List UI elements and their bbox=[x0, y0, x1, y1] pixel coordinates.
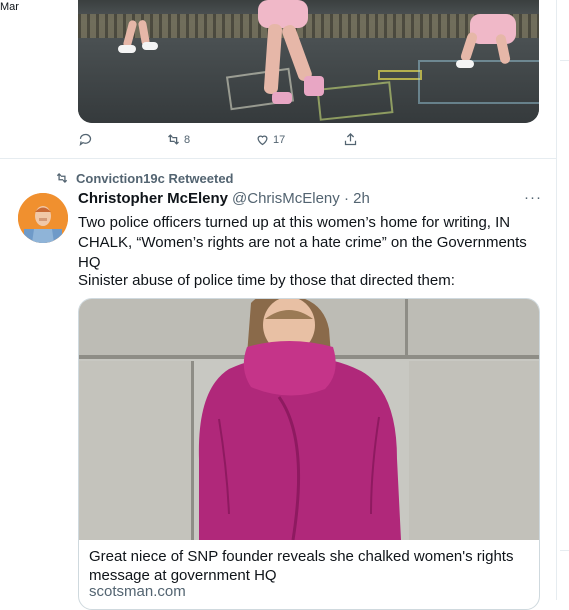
retweet-icon bbox=[168, 134, 179, 145]
tweet-text-paragraph-2: Sinister abuse of police time by those t… bbox=[78, 272, 455, 289]
share-icon bbox=[344, 132, 357, 146]
author-handle-time[interactable]: @ChrisMcEleny · 2h bbox=[232, 190, 370, 207]
avatar-illustration bbox=[18, 193, 68, 243]
side-divider bbox=[560, 60, 569, 61]
link-preview-card[interactable]: Great niece of SNP founder reveals she c… bbox=[78, 298, 540, 610]
author-name[interactable]: Christopher McEleny bbox=[78, 190, 228, 207]
heart-icon bbox=[257, 135, 268, 146]
previous-tweet-image[interactable] bbox=[78, 0, 539, 123]
retweet-context[interactable]: Conviction19c Retweeted bbox=[54, 170, 234, 186]
woman-figure bbox=[198, 299, 401, 540]
share-button[interactable] bbox=[343, 132, 358, 147]
tweet-divider bbox=[0, 158, 556, 159]
like-button[interactable]: 17 bbox=[255, 132, 285, 147]
link-card-domain: scotsman.com bbox=[89, 583, 186, 600]
retweet-count: 8 bbox=[184, 133, 191, 146]
reply-button[interactable] bbox=[78, 132, 93, 147]
link-card-title: Great niece of SNP founder reveals she c… bbox=[89, 548, 514, 584]
tweet-text: Two police officers turned up at this wo… bbox=[78, 214, 527, 271]
side-divider bbox=[560, 550, 569, 551]
retweet-icon bbox=[56, 173, 68, 183]
tweet-author[interactable]: Christopher McEleny @ChrisMcEleny · 2h bbox=[78, 190, 370, 207]
reply-icon bbox=[79, 133, 92, 146]
playground-photo bbox=[78, 0, 539, 123]
more-options-button[interactable]: ··· bbox=[524, 189, 542, 206]
retweeted-by-label: Conviction19c Retweeted bbox=[76, 170, 234, 186]
header-fragment-text: Mar bbox=[0, 1, 19, 13]
retweet-button[interactable]: 8 bbox=[166, 132, 190, 147]
previous-tweet-actions: 8 17 bbox=[78, 132, 378, 150]
timeline-border bbox=[556, 0, 557, 600]
like-count: 17 bbox=[273, 133, 286, 146]
avatar[interactable] bbox=[18, 193, 68, 243]
article-photo bbox=[79, 299, 539, 540]
